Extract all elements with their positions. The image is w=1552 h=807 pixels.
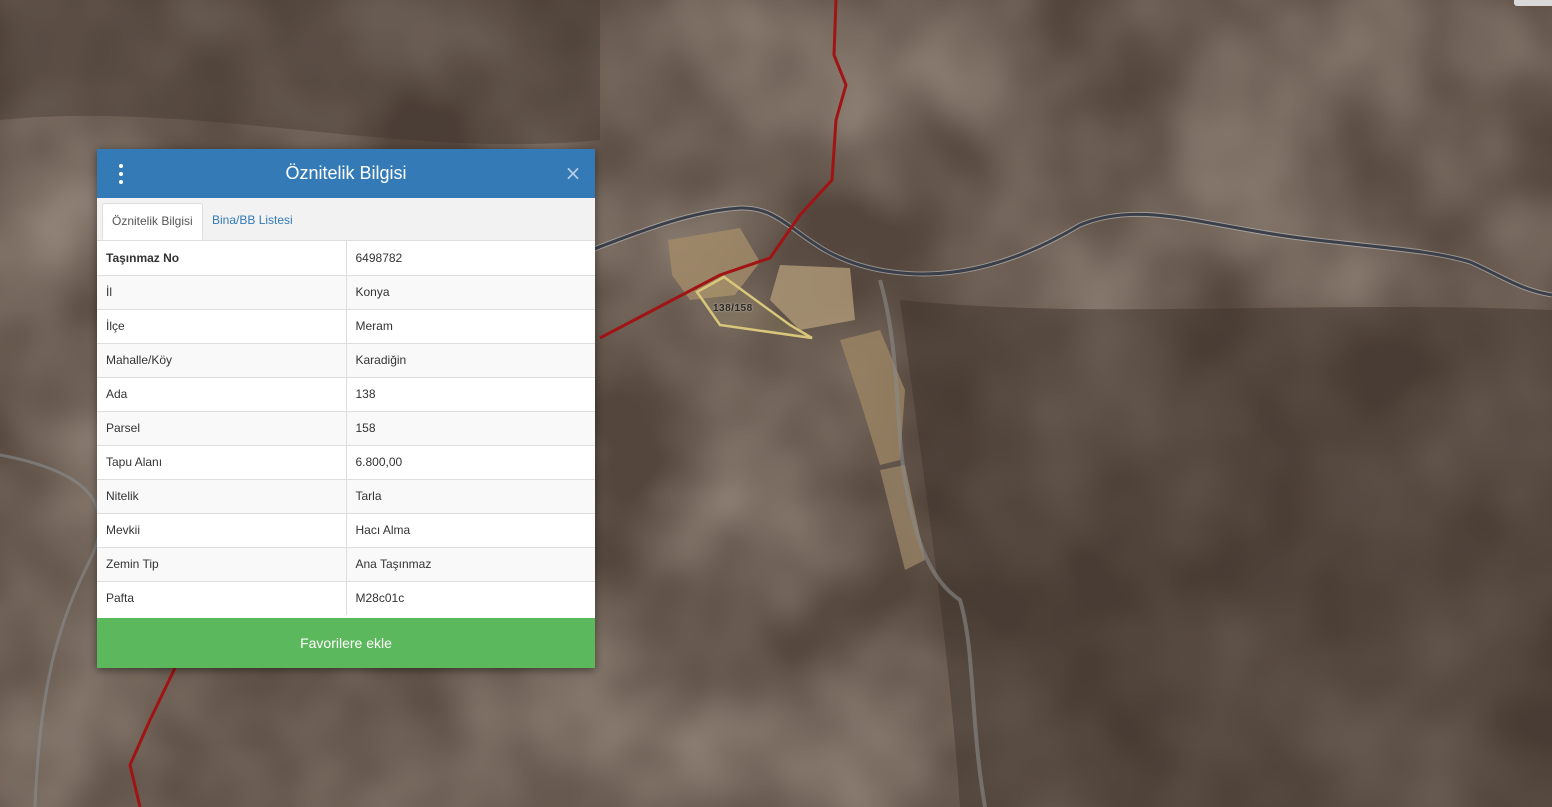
tab-attribute-info[interactable]: Öznitelik Bilgisi [102,203,203,240]
attribute-value: Tarla [346,478,595,513]
attribute-value: M28c01c [346,580,595,615]
table-row: Ada 138 [97,376,595,411]
panel-header: Öznitelik Bilgisi × [97,149,595,198]
attribute-key: Nitelik [97,478,347,513]
attribute-key: Zemin Tip [97,546,347,581]
attribute-value: 138 [346,376,595,411]
attribute-value: Konya [346,274,595,309]
attribute-key: İlçe [97,308,347,343]
attribute-table: Taşınmaz No 6498782 İl Konya İlçe Meram … [97,241,595,615]
attribute-key: Parsel [97,410,347,445]
table-row: Tapu Alanı 6.800,00 [97,444,595,479]
table-row: İl Konya [97,274,595,309]
attribute-key: Taşınmaz No [97,241,347,275]
attribute-value: Karadiğin [346,342,595,377]
attribute-value: Ana Taşınmaz [346,546,595,581]
attribute-key: Ada [97,376,347,411]
table-row: Taşınmaz No 6498782 [97,241,595,275]
tab-building-list[interactable]: Bina/BB Listesi [203,203,302,240]
table-row: Nitelik Tarla [97,478,595,513]
attribute-value: 158 [346,410,595,445]
table-row: Parsel 158 [97,410,595,445]
attribute-key: Mahalle/Köy [97,342,347,377]
table-row: Pafta M28c01c [97,580,595,615]
attribute-value: 6498782 [355,250,403,265]
close-icon[interactable]: × [563,162,583,184]
attribute-value: Hacı Alma [346,512,595,547]
table-row: İlçe Meram [97,308,595,343]
attribute-value: Meram [346,308,595,343]
add-to-favorites-button[interactable]: Favorilere ekle [97,618,595,668]
table-row: Zemin Tip Ana Taşınmaz [97,546,595,581]
attribute-key: Tapu Alanı [97,444,347,479]
attribute-value: 6.800,00 [346,444,595,479]
attribute-key: Mevkii [97,512,347,547]
table-row: Mahalle/Köy Karadiğin [97,342,595,377]
panel-title: Öznitelik Bilgisi [285,163,407,183]
attribute-info-panel: Öznitelik Bilgisi × Öznitelik Bilgisi Bi… [97,149,595,668]
attribute-key: Pafta [97,580,347,615]
parcel-label: 138/158 [713,303,753,314]
table-row: Mevkii Hacı Alma [97,512,595,547]
map-corner-control[interactable] [1514,0,1552,6]
tab-bar: Öznitelik Bilgisi Bina/BB Listesi [97,198,595,241]
attribute-key: İl [97,274,347,309]
